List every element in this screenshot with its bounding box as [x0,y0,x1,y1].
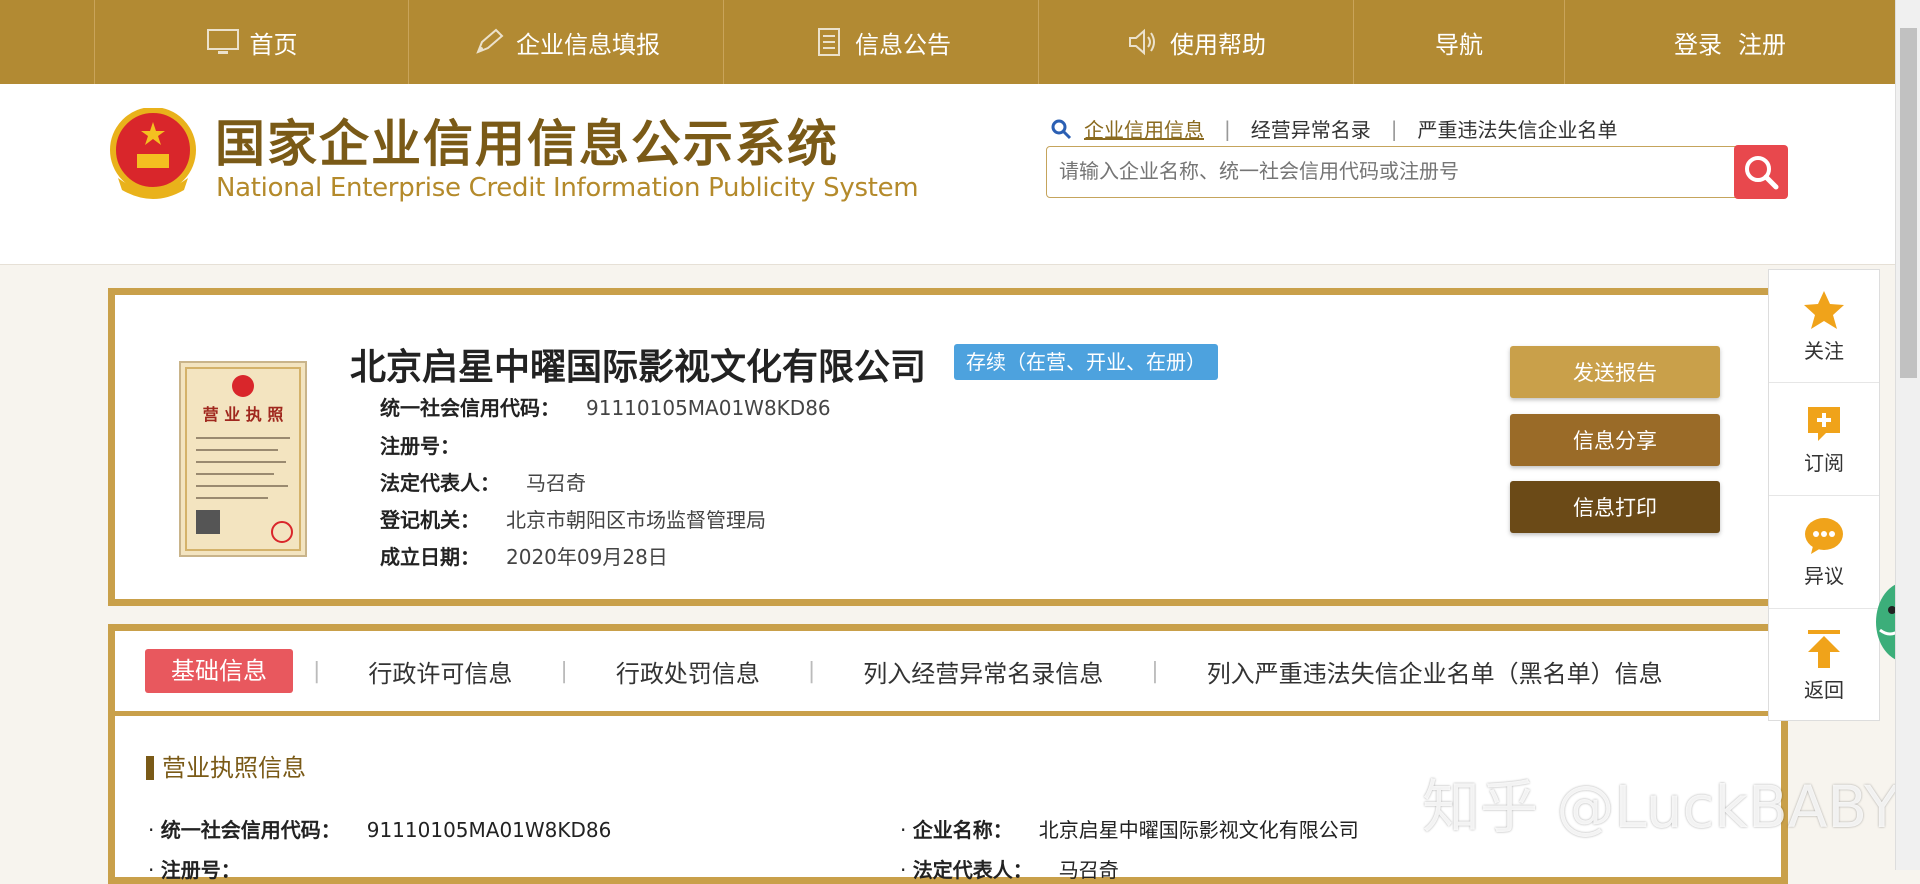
login-link[interactable]: 登录 [1674,25,1722,60]
send-report-button[interactable]: 发送报告 [1510,346,1720,398]
basic-credit-code: · 统一社会信用代码： 91110105MA01W8KD86 [148,818,612,842]
site-title-cn: 国家企业信用信息公示系统 [215,115,839,173]
nav-home[interactable]: 首页 [94,0,408,84]
arrow-up-icon [1808,629,1840,668]
info-reg-no-label: 注册号： [380,434,460,458]
top-nav: 首页 企业信息填报 信息公告 使用帮助 导航 登录 注册 [0,0,1895,84]
search-input[interactable] [1047,147,1751,195]
link-separator: | [1390,116,1398,141]
info-credit-code-value: 91110105MA01W8KD86 [586,396,831,420]
chat-bubble-icon [1805,517,1843,554]
nav-enterprise-fill[interactable]: 企业信息填报 [408,0,723,84]
follow-button[interactable]: 关注 [1769,270,1879,383]
search-category-links: 企业信用信息 | 经营异常名录 | 严重违法失信企业名单 [1050,114,1618,143]
info-reg-no: 注册号： [380,430,486,459]
nav-announcements[interactable]: 信息公告 [723,0,1038,84]
nav-auth: 登录 注册 [1564,0,1895,84]
basic-credit-code-value: 91110105MA01W8KD86 [366,818,612,842]
tab-admin-license[interactable]: 行政许可信息 [340,654,540,689]
license-title: 营 业 执 照 [203,405,284,424]
side-toolbar: 关注 订阅 异议 返回 [1768,269,1880,721]
nav-help[interactable]: 使用帮助 [1038,0,1353,84]
basic-company-name: · 企业名称： 北京启星中曜国际影视文化有限公司 [900,818,1359,842]
speaker-icon [1129,28,1155,56]
monitor-icon [206,29,239,54]
info-authority-value: 北京市朝阳区市场监督管理局 [506,508,766,532]
national-emblem-logo [110,108,196,199]
info-authority-label: 登记机关： [380,508,480,532]
nav-enterprise-fill-label: 企业信息填报 [516,30,660,59]
info-authority: 登记机关： 北京市朝阳区市场监督管理局 [380,504,766,533]
share-info-button[interactable]: 信息分享 [1510,414,1720,466]
nav-navigation-label: 导航 [1435,30,1483,59]
star-icon [1804,290,1844,329]
document-icon [818,28,840,56]
nav-navigation[interactable]: 导航 [1353,0,1564,84]
detail-tabs: 基础信息 | 行政许可信息 | 行政处罚信息 | 列入经营异常名录信息 | 列入… [115,631,1781,716]
tab-separator: | [807,658,816,684]
scrollbar-thumb[interactable] [1900,28,1917,378]
link-credit-info[interactable]: 企业信用信息 [1084,114,1204,143]
info-legal-rep: 法定代表人： 马召奇 [380,467,586,496]
subscribe-label: 订阅 [1804,450,1844,475]
print-info-button[interactable]: 信息打印 [1510,481,1720,533]
watermark: 知乎 @LuckBABY [1422,773,1900,841]
nav-home-label: 首页 [249,30,298,59]
tab-blacklist[interactable]: 列入严重违法失信企业名单（黑名单）信息 [1179,654,1691,689]
back-label: 返回 [1804,677,1844,702]
link-blacklist[interactable]: 严重违法失信企业名单 [1418,114,1618,143]
info-legal-rep-value: 马召奇 [526,471,586,495]
info-credit-code: 统一社会信用代码： 91110105MA01W8KD86 [380,392,831,421]
basic-reg-no-label: 注册号： [160,858,241,882]
site-title-en: National Enterprise Credit Information P… [216,173,919,203]
info-established-value: 2020年09月28日 [506,545,668,569]
info-credit-code-label: 统一社会信用代码： [380,396,560,420]
subscribe-plus-icon [1808,406,1840,441]
info-legal-rep-label: 法定代表人： [380,471,500,495]
search-icon [1745,156,1779,190]
basic-company-name-label: 企业名称： [912,818,1013,842]
basic-company-name-value: 北京启星中曜国际影视文化有限公司 [1038,818,1359,842]
tab-basic-info[interactable]: 基础信息 [145,649,293,693]
link-abnormal-list[interactable]: 经营异常名录 [1251,114,1371,143]
section-title: 营业执照信息 [146,756,306,780]
tab-admin-penalty[interactable]: 行政处罚信息 [588,654,788,689]
search-button[interactable] [1734,145,1788,199]
objection-button[interactable]: 异议 [1769,496,1879,609]
company-name: 北京启星中曜国际影视文化有限公司 [350,347,927,388]
vertical-scrollbar[interactable] [1895,0,1920,870]
register-link[interactable]: 注册 [1738,25,1786,60]
search-box [1046,146,1786,198]
tab-separator: | [1151,658,1159,684]
follow-label: 关注 [1804,338,1844,363]
back-to-top-button[interactable]: 返回 [1769,609,1879,721]
info-established: 成立日期： 2020年09月28日 [380,541,668,570]
magnifier-icon [1051,119,1072,139]
status-badge: 存续（在营、开业、在册） [954,344,1218,380]
basic-legal-rep-value: 马召奇 [1058,858,1119,882]
tab-separator: | [313,658,321,684]
tab-abnormal-list[interactable]: 列入经营异常名录信息 [835,654,1131,689]
basic-reg-no: · 注册号： [148,858,241,882]
link-separator: | [1224,116,1231,141]
subscribe-button[interactable]: 订阅 [1769,383,1879,496]
nav-announcements-label: 信息公告 [855,30,951,59]
basic-legal-rep: · 法定代表人： 马召奇 [900,858,1119,882]
business-license-image[interactable]: 营 业 执 照 [178,360,308,558]
basic-legal-rep-label: 法定代表人： [912,858,1033,882]
nav-help-label: 使用帮助 [1170,30,1266,59]
info-established-label: 成立日期： [380,545,480,569]
pen-icon [476,28,504,54]
tab-separator: | [560,658,568,684]
basic-credit-code-label: 统一社会信用代码： [160,818,341,842]
objection-label: 异议 [1804,563,1844,588]
